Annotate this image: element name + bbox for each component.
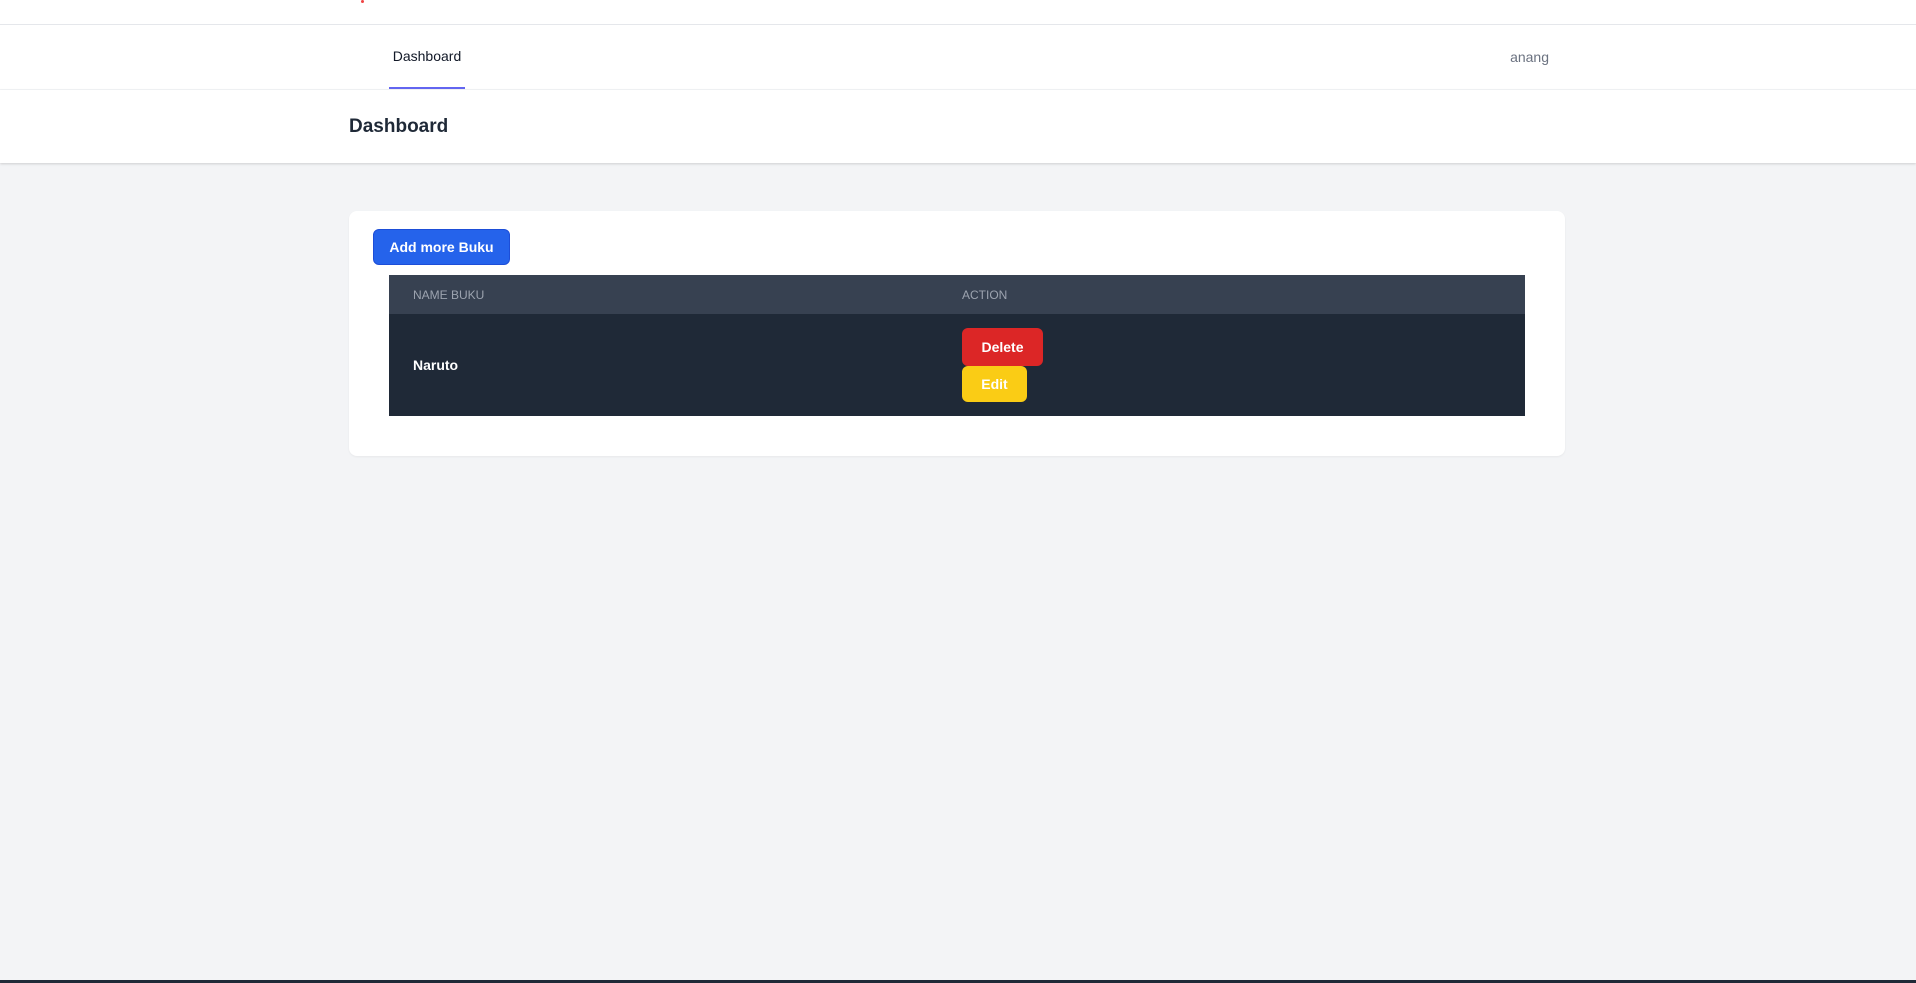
table-header: NAME BUKU ACTION [389,275,1525,314]
add-buku-button[interactable]: Add more Buku [373,229,510,265]
table-header-row: NAME BUKU ACTION [389,275,1525,314]
buku-table: NAME BUKU ACTION Naruto Delete Edit [389,275,1525,416]
navbar: Dashboard anang [0,25,1916,90]
user-menu[interactable]: anang [1510,25,1549,89]
top-strip [0,0,1916,25]
action-buttons: Delete Edit [962,328,1525,402]
column-header-action: ACTION [962,287,1008,302]
page-title: Dashboard [349,115,449,137]
buku-name-cell: Naruto [413,357,459,373]
logo-icon [361,0,364,3]
action-cell: Delete Edit [938,314,1525,416]
nav-link-dashboard[interactable]: Dashboard [389,25,465,89]
delete-button[interactable]: Delete [962,328,1043,366]
column-header-name-buku: NAME BUKU [413,287,485,302]
page-header: Dashboard [0,90,1916,163]
table-body: Naruto Delete Edit [389,314,1525,416]
content-card: Add more Buku NAME BUKU ACTION Naruto De… [349,211,1565,456]
edit-button[interactable]: Edit [962,366,1027,402]
table-row: Naruto Delete Edit [389,314,1525,416]
